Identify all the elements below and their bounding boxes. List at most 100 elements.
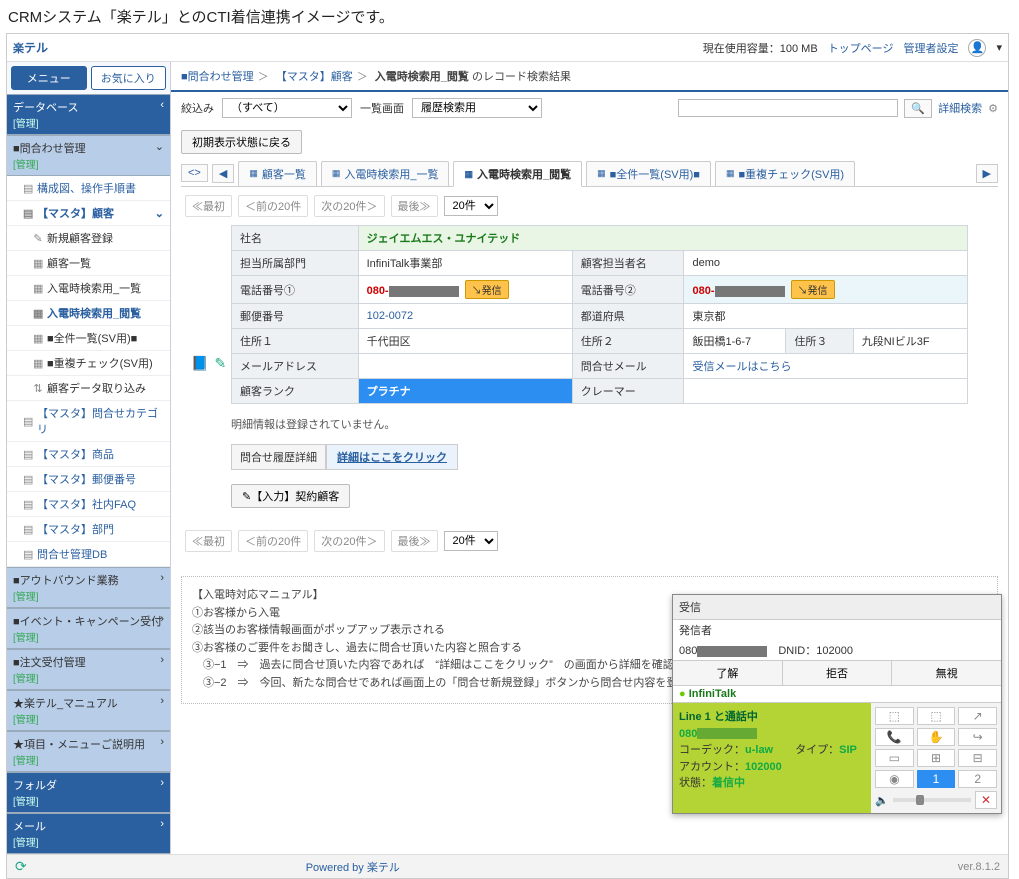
td-tel2: 080-↘発信 bbox=[684, 276, 968, 304]
td-dept: InfiniTalk事業部 bbox=[358, 251, 572, 276]
tab-incoming-list[interactable]: ▦入電時検索用_一覧 bbox=[321, 161, 450, 186]
pager-last[interactable]: 最後≫ bbox=[391, 195, 438, 217]
cti-key[interactable]: ⊟ bbox=[958, 749, 997, 767]
refresh-icon[interactable]: ⟳ bbox=[15, 858, 27, 875]
td-addr1: 千代田区 bbox=[358, 329, 572, 354]
sidebar-subitem[interactable]: ⇅顧客データ取り込み bbox=[7, 376, 170, 401]
sg-manual[interactable]: ★楽テル_マニュアル›[管理] bbox=[7, 690, 170, 731]
sidebar-subitem[interactable]: ▦■全件一覧(SV用)■ bbox=[7, 326, 170, 351]
dropdown-icon[interactable]: ▾ bbox=[996, 41, 1002, 54]
cti-ignore-button[interactable]: 無視 bbox=[892, 661, 1001, 685]
sidebar-item[interactable]: ▤【マスタ】社内FAQ bbox=[7, 492, 170, 517]
filter-select[interactable]: （すべて） bbox=[222, 98, 352, 118]
sidebar-subitem[interactable]: ▦入電時検索用_一覧 bbox=[7, 276, 170, 301]
sidebar-item[interactable]: ▤【マスタ】顧客⌄ bbox=[7, 201, 170, 226]
book-icon[interactable]: 📘 bbox=[191, 355, 208, 372]
sidebar-item[interactable]: ▤【マスタ】部門 bbox=[7, 517, 170, 542]
sg-help[interactable]: ★項目・メニューご説明用›[管理] bbox=[7, 731, 170, 772]
sidebar-subitem[interactable]: ▦■重複チェック(SV用) bbox=[7, 351, 170, 376]
cti-hangup-icon[interactable]: ✕ bbox=[975, 791, 997, 809]
cti-key-active[interactable]: 1 bbox=[917, 770, 956, 788]
list-icon: ▦ bbox=[33, 307, 43, 320]
sidebar-subitem-active[interactable]: ▦入電時検索用_閲覧 bbox=[7, 301, 170, 326]
sidebar-item[interactable]: ▤構成図、操作手順書 bbox=[7, 176, 170, 201]
pager-first[interactable]: ≪最初 bbox=[185, 195, 232, 217]
detail-link[interactable]: 詳細はここをクリック bbox=[326, 444, 458, 470]
sidebar-subitem[interactable]: ▦顧客一覧 bbox=[7, 251, 170, 276]
cti-hold-icon[interactable]: ✋ bbox=[917, 728, 956, 746]
cti-key[interactable]: ⬚ bbox=[917, 707, 956, 725]
tab-all-sv[interactable]: ▦■全件一覧(SV用)■ bbox=[586, 161, 711, 186]
search-button[interactable]: 🔍 bbox=[904, 99, 932, 118]
cti-key[interactable]: ▭ bbox=[875, 749, 914, 767]
th-addr2: 住所２ bbox=[572, 329, 684, 354]
pager-prev[interactable]: ＜前の20件 bbox=[238, 530, 308, 552]
cti-key[interactable]: ⬚ bbox=[875, 707, 914, 725]
crumb-current: 入電時検索用_閲覧 bbox=[375, 71, 469, 83]
call-button-1[interactable]: ↘発信 bbox=[465, 280, 509, 299]
doc-icon: ▤ bbox=[23, 207, 33, 220]
sidebar-subitem[interactable]: ✎新規顧客登録 bbox=[7, 226, 170, 251]
sidebar-tab-menu[interactable]: メニュー bbox=[11, 66, 87, 90]
adv-search-link[interactable]: 詳細検索 bbox=[938, 100, 982, 116]
cti-key[interactable]: 2 bbox=[958, 770, 997, 788]
pager-perpage[interactable]: 20件 bbox=[444, 196, 498, 216]
tab-customer-list[interactable]: ▦顧客一覧 bbox=[238, 161, 317, 186]
pager-next[interactable]: 次の20件＞ bbox=[314, 195, 384, 217]
list-select[interactable]: 履歴検索用 bbox=[412, 98, 542, 118]
crumb-2[interactable]: 【マスタ】顧客 bbox=[276, 71, 353, 83]
td-company: ジェイエムエス・ユナイテッド bbox=[358, 226, 967, 251]
pager-first[interactable]: ≪最初 bbox=[185, 530, 232, 552]
td-zip[interactable]: 102-0072 bbox=[358, 304, 572, 329]
th-inqmail: 問合せメール bbox=[572, 354, 684, 379]
input-contract-button[interactable]: ✎【入力】契約顧客 bbox=[231, 484, 350, 508]
sidebar-item[interactable]: ▤【マスタ】問合せカテゴリ bbox=[7, 401, 170, 442]
top-page-link[interactable]: トップページ bbox=[828, 40, 894, 56]
tab-dup-sv[interactable]: ▦■重複チェック(SV用) bbox=[715, 161, 855, 186]
redacted bbox=[389, 286, 459, 297]
sidebar-item[interactable]: ▤問合せ管理DB bbox=[7, 542, 170, 567]
powered-by: Powered by 楽テル bbox=[306, 859, 400, 875]
cti-transfer-icon[interactable]: ↪ bbox=[958, 728, 997, 746]
cti-reject-button[interactable]: 拒否 bbox=[783, 661, 893, 685]
cti-key[interactable]: ↗ bbox=[958, 707, 997, 725]
list-icon: ▦ bbox=[33, 282, 43, 295]
sidebar-item[interactable]: ▤【マスタ】商品 bbox=[7, 442, 170, 467]
sidebar-item[interactable]: ▤【マスタ】郵便番号 bbox=[7, 467, 170, 492]
tab-incoming-view[interactable]: ▦入電時検索用_閲覧 bbox=[453, 161, 582, 187]
th-contact: 顧客担当者名 bbox=[572, 251, 684, 276]
pager-last[interactable]: 最後≫ bbox=[391, 530, 438, 552]
admin-link[interactable]: 管理者設定 bbox=[903, 40, 958, 56]
tab-nav-prev[interactable]: ◀ bbox=[212, 164, 234, 183]
cti-answer-icon[interactable]: 📞 bbox=[875, 728, 914, 746]
reset-view-button[interactable]: 初期表示状態に戻る bbox=[181, 130, 302, 154]
call-button-2[interactable]: ↘発信 bbox=[791, 280, 835, 299]
sidebar-tab-favorite[interactable]: お気に入り bbox=[91, 66, 167, 90]
search-input[interactable] bbox=[678, 99, 898, 117]
sg-mail[interactable]: メール›[管理] bbox=[7, 813, 170, 854]
sg-outbound[interactable]: ■アウトバウンド業務›[管理] bbox=[7, 567, 170, 608]
gear-icon[interactable]: ⚙ bbox=[988, 102, 998, 115]
crumb-1[interactable]: ■問合わせ管理 bbox=[181, 71, 254, 83]
td-inqmail[interactable]: 受信メールはこちら bbox=[684, 354, 968, 379]
sg-folder[interactable]: フォルダ›[管理] bbox=[7, 772, 170, 813]
pager-perpage[interactable]: 20件 bbox=[444, 531, 498, 551]
sg-inquiry[interactable]: ■問合わせ管理⌄[管理] bbox=[7, 135, 170, 176]
pager-next[interactable]: 次の20件＞ bbox=[314, 530, 384, 552]
doc-icon: ▤ bbox=[23, 448, 33, 461]
tab-nav-next[interactable]: ▶ bbox=[976, 164, 998, 183]
cti-key[interactable]: ◉ bbox=[875, 770, 914, 788]
cti-volume-slider[interactable]: 🔈✕ bbox=[875, 791, 997, 809]
tab-nav-expand[interactable]: <> bbox=[181, 164, 208, 182]
user-icon[interactable]: 👤 bbox=[968, 39, 986, 57]
sg-order[interactable]: ■注文受付管理›[管理] bbox=[7, 649, 170, 690]
sg-database[interactable]: データベース‹[管理] bbox=[7, 94, 170, 135]
edit-icon[interactable]: ✎ bbox=[214, 355, 226, 372]
cti-key[interactable]: ⊞ bbox=[917, 749, 956, 767]
pager-prev[interactable]: ＜前の20件 bbox=[238, 195, 308, 217]
detail-label: 問合せ履歴詳細 bbox=[231, 444, 326, 470]
cti-accept-button[interactable]: 了解 bbox=[673, 661, 783, 685]
redacted bbox=[697, 728, 757, 739]
sg-event[interactable]: ■イベント・キャンペーン受付›[管理] bbox=[7, 608, 170, 649]
usage-label: 現在使用容量：100 MB bbox=[703, 40, 818, 56]
